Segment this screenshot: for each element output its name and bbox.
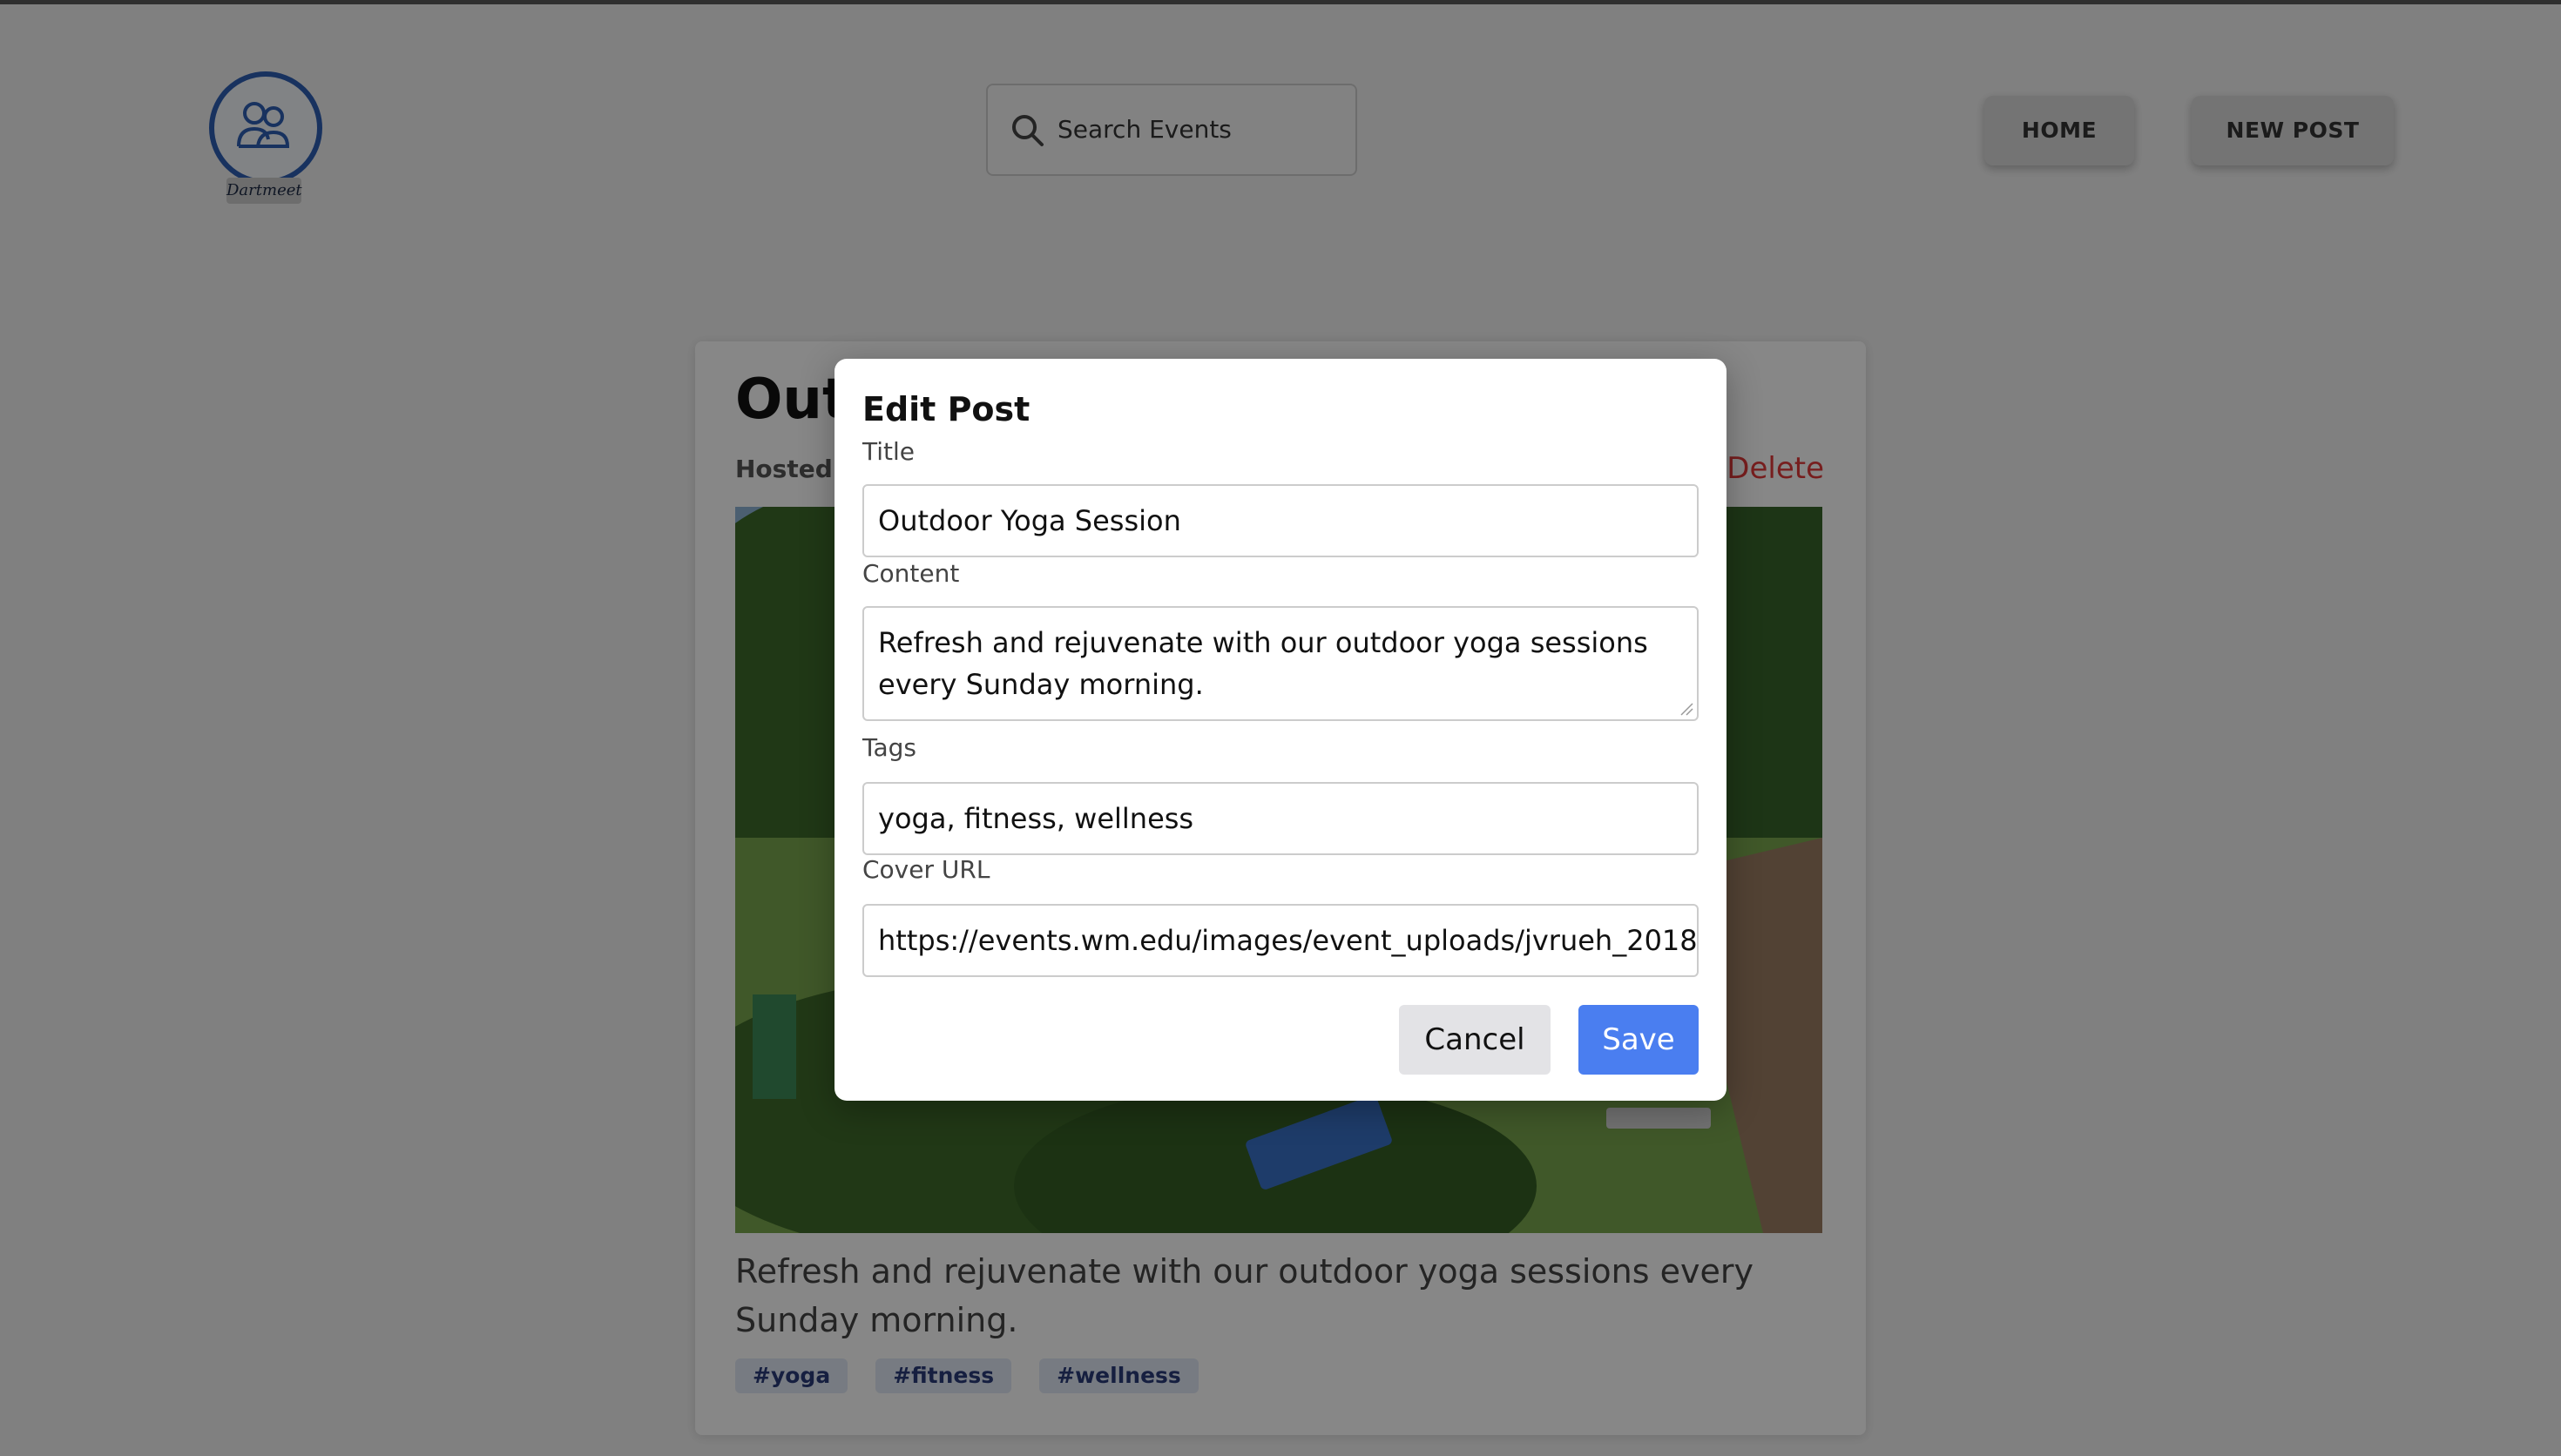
tags-input[interactable]: yoga, fitness, wellness [862, 782, 1699, 855]
content-text: Refresh and rejuvenate with our outdoor … [878, 626, 1648, 701]
edit-post-modal: Edit Post Title Outdoor Yoga Session Con… [835, 359, 1726, 1101]
cover-url-input[interactable]: https://events.wm.edu/images/event_uploa… [862, 904, 1699, 977]
modal-title: Edit Post [862, 390, 1030, 428]
tags-label: Tags [862, 733, 916, 762]
resize-handle-icon[interactable] [1679, 702, 1693, 716]
content-label: Content [862, 559, 960, 588]
title-label: Title [862, 437, 916, 466]
save-button[interactable]: Save [1578, 1005, 1699, 1075]
content-textarea[interactable]: Refresh and rejuvenate with our outdoor … [862, 606, 1699, 721]
title-input[interactable]: Outdoor Yoga Session [862, 484, 1699, 557]
cover-url-label: Cover URL [862, 855, 990, 884]
cancel-button[interactable]: Cancel [1399, 1005, 1551, 1075]
